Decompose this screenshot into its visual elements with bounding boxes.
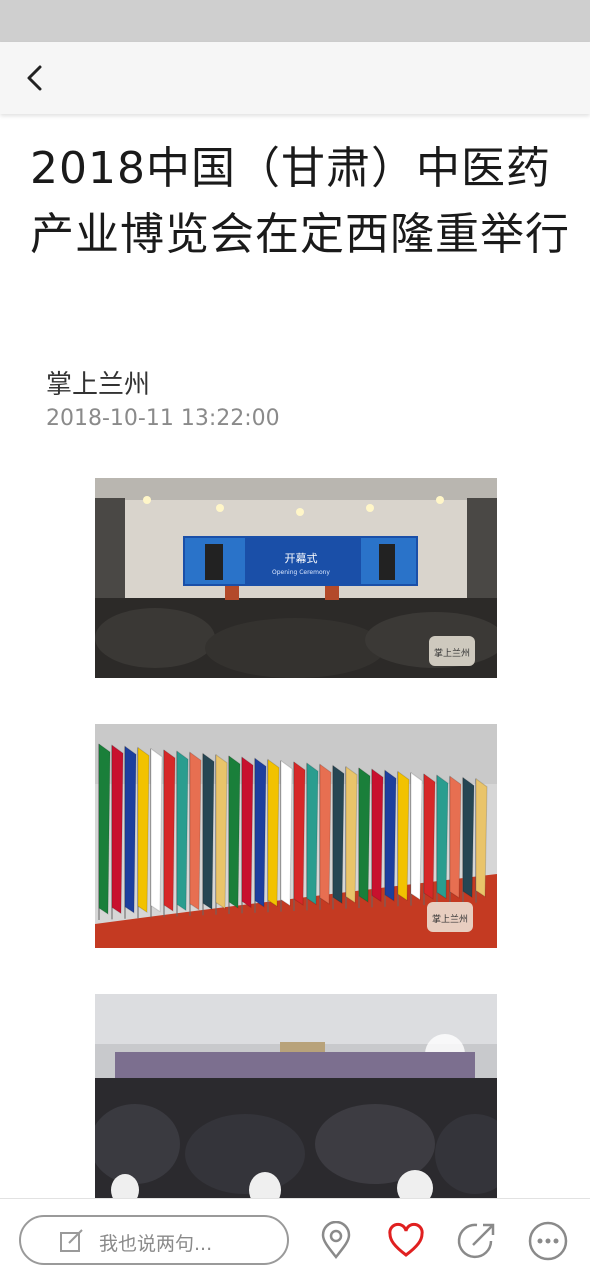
article-source: 掌上兰州 xyxy=(46,370,151,400)
comment-placeholder: 我也说两句... xyxy=(99,1233,213,1255)
article-title: 2018中国（甘肃）中医药产业博览会在定西隆重举行 xyxy=(30,143,570,260)
watermark-2: 掌上兰州 xyxy=(432,913,468,925)
location-button[interactable] xyxy=(316,1220,356,1261)
status-bar xyxy=(0,0,590,42)
bottom-bar: 我也说两句... xyxy=(0,1198,590,1281)
back-button[interactable] xyxy=(18,60,54,96)
article-image-3[interactable] xyxy=(95,994,497,1200)
chevron-left-icon xyxy=(27,65,42,91)
location-icon xyxy=(321,1220,351,1260)
edit-icon xyxy=(60,1229,83,1252)
like-button[interactable] xyxy=(386,1221,426,1261)
comment-input[interactable]: 我也说两句... xyxy=(19,1215,289,1265)
screen-title: 开幕式 xyxy=(285,551,318,565)
share-button[interactable] xyxy=(457,1221,497,1261)
article-time: 2018-10-11 13:22:00 xyxy=(46,406,280,431)
watermark-1: 掌上兰州 xyxy=(434,647,470,659)
more-icon xyxy=(528,1221,568,1261)
screen-subtitle: Opening Ceremony xyxy=(272,569,330,576)
article-image-1[interactable]: 开幕式 Opening Ceremony 掌上兰州 xyxy=(95,478,497,678)
more-button[interactable] xyxy=(528,1221,568,1261)
nav-bar xyxy=(0,42,590,114)
heart-icon xyxy=(388,1222,424,1257)
share-icon xyxy=(457,1223,495,1259)
article-image-2[interactable]: 掌上兰州 xyxy=(95,724,497,948)
